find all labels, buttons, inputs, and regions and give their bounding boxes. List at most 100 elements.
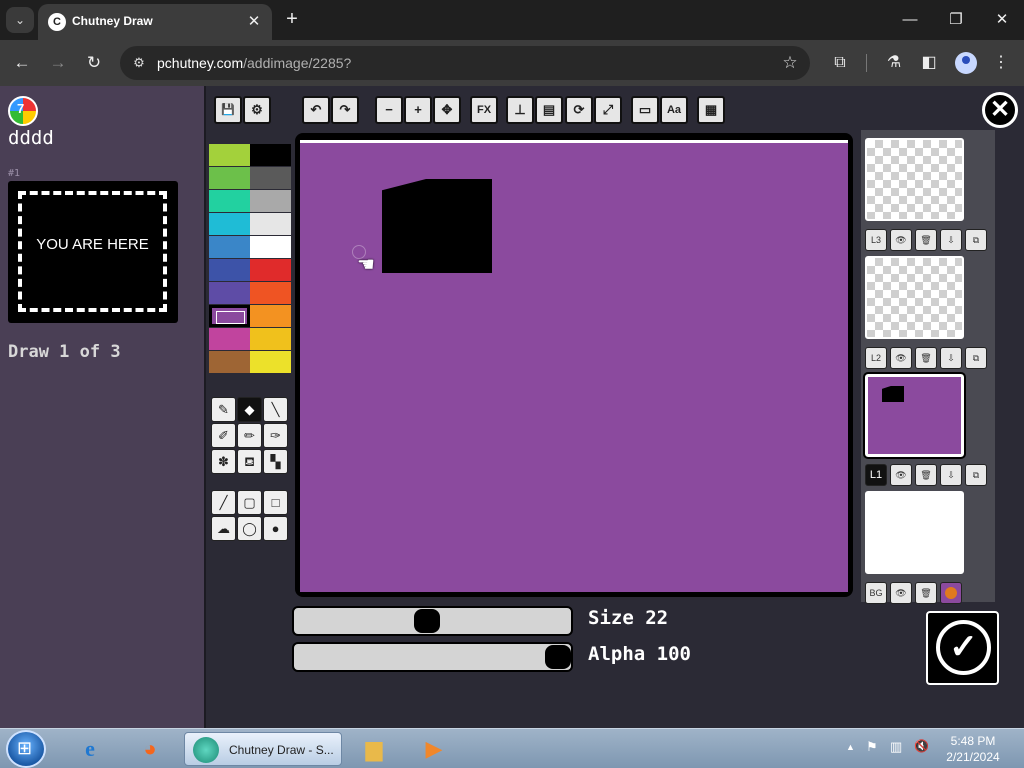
pencil-tool-icon[interactable]: ✏	[237, 423, 262, 448]
pattern-tool-icon[interactable]: ▚	[263, 449, 288, 474]
layer-copy-icon[interactable]: ⧉	[965, 229, 987, 251]
line-tool-icon[interactable]: ╱	[211, 490, 236, 515]
paint-tool-icon[interactable]: ✐	[211, 423, 236, 448]
text-box-button[interactable]: ▭	[631, 96, 659, 124]
color-swatch[interactable]	[209, 282, 250, 304]
marker-tool-icon[interactable]: ✑	[263, 423, 288, 448]
reload-button[interactable]: ↻	[81, 50, 107, 76]
layer-label[interactable]: BG	[865, 582, 887, 604]
volume-muted-icon[interactable]: 🔇	[914, 739, 929, 753]
layer-thumbnail[interactable]	[863, 372, 966, 459]
size-slider-handle[interactable]	[414, 609, 441, 633]
system-clock[interactable]: 5:48 PM 2/21/2024	[940, 733, 1006, 765]
window-close-button[interactable]: ✕	[982, 6, 1022, 34]
layer-merge-down-icon[interactable]: ⇩	[940, 347, 962, 369]
circle-fill-tool-icon[interactable]: ●	[263, 516, 288, 541]
layer-merge-down-icon[interactable]: ⇩	[940, 464, 962, 486]
extensions-icon[interactable]: ⧉	[827, 50, 853, 76]
color-swatch[interactable]	[209, 259, 250, 281]
size-slider[interactable]	[292, 606, 573, 636]
layer-label[interactable]: L3	[865, 229, 887, 251]
layer-thumbnail[interactable]	[865, 491, 964, 574]
layer-label[interactable]: L2	[865, 347, 887, 369]
layer-delete-trash-icon[interactable]: 🗑	[915, 347, 937, 369]
submit-drawing-button[interactable]: ✓	[926, 611, 999, 685]
circle-outline-tool-icon[interactable]: ◯	[237, 516, 262, 541]
close-editor-button[interactable]: ✕	[982, 92, 1018, 128]
tab-search-button[interactable]: ⌄	[6, 7, 34, 33]
internet-explorer-icon[interactable]: e	[64, 732, 116, 766]
settings-button[interactable]: ⚙	[243, 96, 271, 124]
drawing-canvas[interactable]	[300, 140, 848, 592]
username[interactable]: dddd	[8, 127, 54, 149]
color-swatch[interactable]	[250, 144, 291, 166]
firefox-icon[interactable]: ◕	[124, 732, 176, 766]
transparency-button[interactable]: ▦	[697, 96, 725, 124]
color-swatch[interactable]	[250, 236, 291, 258]
layer-delete-trash-icon[interactable]: 🗑	[915, 582, 937, 604]
fx-button[interactable]: FX	[470, 96, 498, 124]
layer-thumbnail[interactable]	[865, 138, 964, 221]
profile-avatar[interactable]	[955, 52, 977, 74]
spray-tool-icon[interactable]: ✽	[211, 449, 236, 474]
forward-button[interactable]: →	[45, 50, 71, 76]
side-panel-icon[interactable]: ◧	[916, 50, 942, 76]
browser-tab[interactable]: C Chutney Draw ✕	[38, 4, 272, 40]
lasso-tool-icon[interactable]: ☁	[211, 516, 236, 541]
start-button[interactable]: ⊞	[6, 730, 46, 768]
stamp-button[interactable]: ⊥	[506, 96, 534, 124]
address-url[interactable]: pchutney.com/addimage/2285?	[157, 55, 351, 71]
color-swatch[interactable]	[250, 259, 291, 281]
layer-copy-icon[interactable]: ⧉	[965, 464, 987, 486]
rotate-button[interactable]: ⟳	[565, 96, 593, 124]
new-tab-button[interactable]: +	[280, 8, 304, 32]
color-swatch[interactable]	[209, 328, 250, 350]
layer-copy-icon[interactable]: ⧉	[965, 347, 987, 369]
layer-delete-trash-icon[interactable]: 🗑	[915, 464, 937, 486]
save-button[interactable]: 💾	[214, 96, 242, 124]
fill-tool-icon[interactable]: ⛾	[237, 449, 262, 474]
alpha-slider[interactable]	[292, 642, 573, 672]
undo-button[interactable]: ↶	[302, 96, 330, 124]
rect-fill-tool-icon[interactable]: □	[263, 490, 288, 515]
layer-visibility-eye-icon[interactable]: 👁	[890, 464, 912, 486]
color-swatch[interactable]	[209, 236, 250, 258]
address-bar[interactable]: ⚙ pchutney.com/addimage/2285? ☆	[120, 46, 810, 80]
labs-icon[interactable]: ⚗	[881, 50, 907, 76]
color-swatch[interactable]	[209, 351, 250, 373]
rect-outline-tool-icon[interactable]: ▢	[237, 490, 262, 515]
tray-expand-icon[interactable]: ▲	[846, 742, 855, 752]
network-icon[interactable]: ▥	[890, 739, 902, 755]
action-center-flag-icon[interactable]: ⚑	[866, 739, 878, 755]
site-info-icon[interactable]: ⚙	[130, 54, 148, 72]
color-swatch[interactable]	[209, 305, 250, 327]
tab-close-icon[interactable]: ✕	[244, 12, 264, 32]
zoom-in-button[interactable]: +	[404, 96, 432, 124]
pen-tool-icon[interactable]: ╲	[263, 397, 288, 422]
layer-delete-trash-icon[interactable]: 🗑	[915, 229, 937, 251]
taskbar-chrome-app[interactable]: Chutney Draw - S...	[184, 732, 342, 766]
alpha-slider-handle[interactable]	[545, 645, 571, 669]
reference-button[interactable]: ▤	[535, 96, 563, 124]
media-player-icon[interactable]: ▶	[408, 732, 460, 766]
color-swatch[interactable]	[250, 328, 291, 350]
back-button[interactable]: ←	[9, 50, 35, 76]
color-swatch[interactable]	[209, 190, 250, 212]
color-swatch[interactable]	[209, 213, 250, 235]
eraser-tool-icon[interactable]: ◆	[237, 397, 262, 422]
color-swatch[interactable]	[250, 351, 291, 373]
color-swatch[interactable]	[209, 167, 250, 189]
color-swatch[interactable]	[250, 305, 291, 327]
move-button[interactable]: ✥	[433, 96, 461, 124]
layer-merge-down-icon[interactable]: ⇩	[940, 229, 962, 251]
resize-button[interactable]: ⤢	[594, 96, 622, 124]
layer-thumbnail[interactable]	[865, 256, 964, 339]
layer-visibility-eye-icon[interactable]: 👁	[890, 347, 912, 369]
color-swatch[interactable]	[209, 144, 250, 166]
text-button[interactable]: Aa	[660, 96, 688, 124]
file-explorer-icon[interactable]: ▆	[348, 732, 400, 766]
redo-button[interactable]: ↷	[331, 96, 359, 124]
window-minimize-button[interactable]: —	[890, 6, 930, 34]
browser-menu-icon[interactable]: ⋮	[988, 50, 1014, 76]
color-swatch[interactable]	[250, 167, 291, 189]
